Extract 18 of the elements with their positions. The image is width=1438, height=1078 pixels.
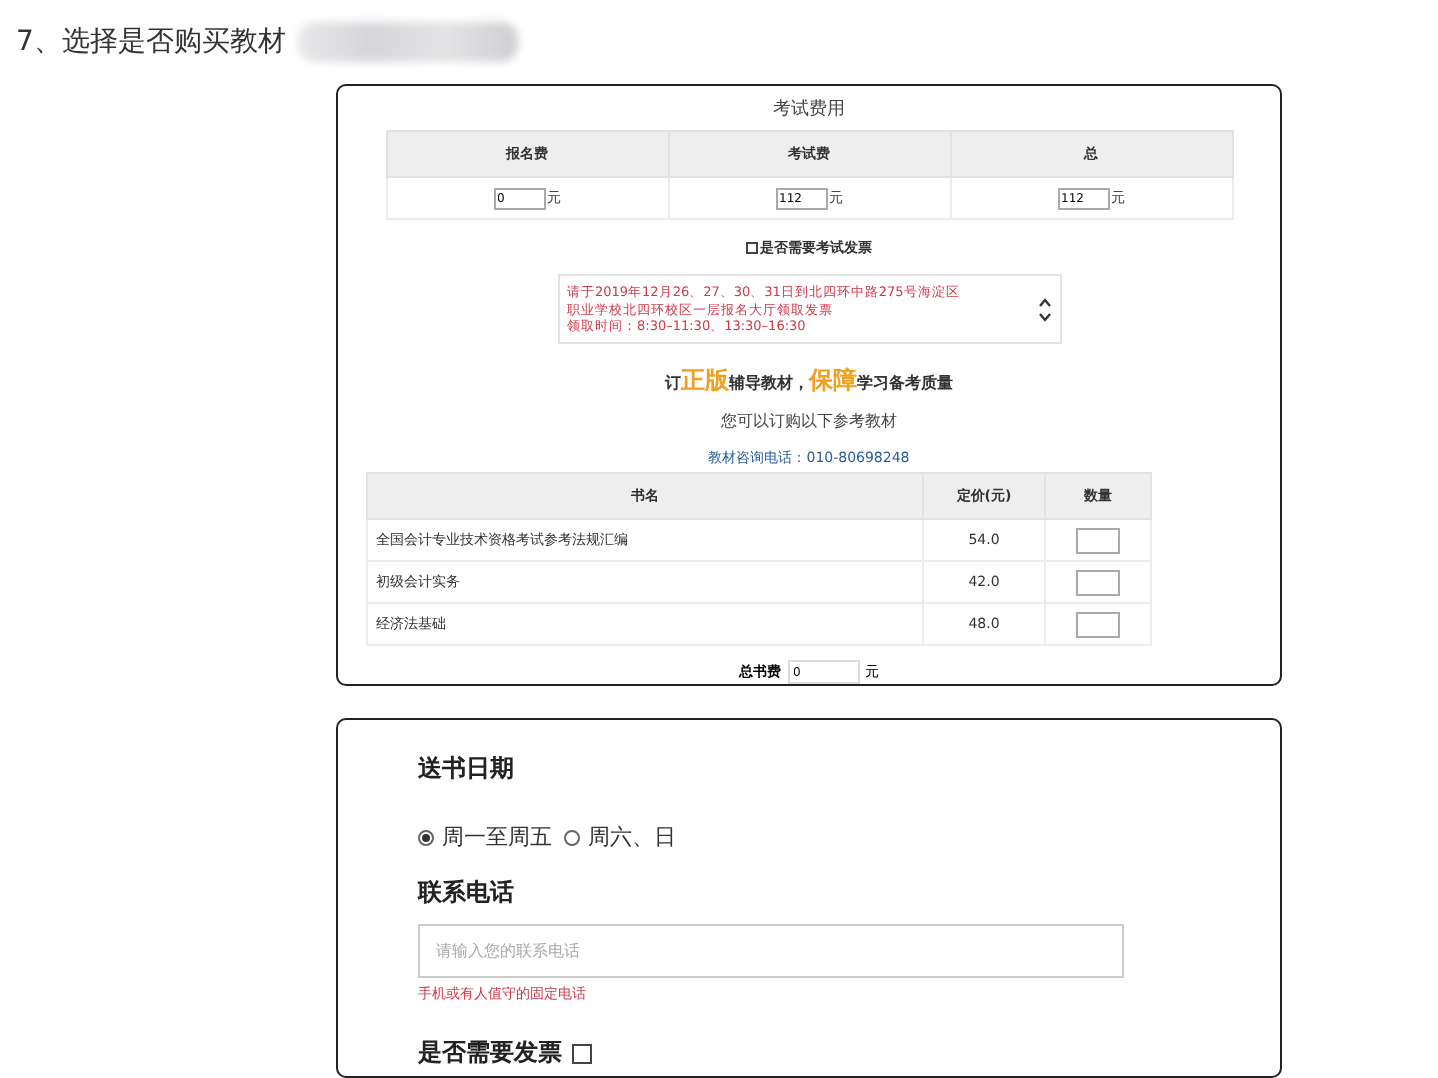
section-heading: 7、选择是否购买教材 xyxy=(16,23,286,60)
radio-label: 周六、日 xyxy=(588,822,676,853)
scroll-arrows-icon[interactable] xyxy=(1037,295,1051,324)
radio-label: 周一至周五 xyxy=(442,822,552,853)
quantity-field[interactable] xyxy=(1076,569,1120,596)
card-title: 考试费用 xyxy=(773,97,845,123)
section-title: 是否需要发票 xyxy=(418,1036,562,1071)
phone-field[interactable]: 请输入您的联系电话 xyxy=(418,924,1124,979)
promo-text: 订正版辅导教材，保障学习备考质量 xyxy=(665,364,953,399)
quantity-field[interactable] xyxy=(1076,527,1120,554)
radio-button[interactable] xyxy=(564,829,580,846)
radio-button[interactable] xyxy=(418,829,434,846)
quantity-field[interactable] xyxy=(1076,611,1120,638)
subtitle: 您可以订购以下参考教材 xyxy=(721,410,897,433)
section-title: 联系电话 xyxy=(418,876,514,911)
checkbox[interactable] xyxy=(746,242,758,255)
section-title: 送书日期 xyxy=(418,752,514,787)
checkbox[interactable] xyxy=(572,1043,592,1064)
